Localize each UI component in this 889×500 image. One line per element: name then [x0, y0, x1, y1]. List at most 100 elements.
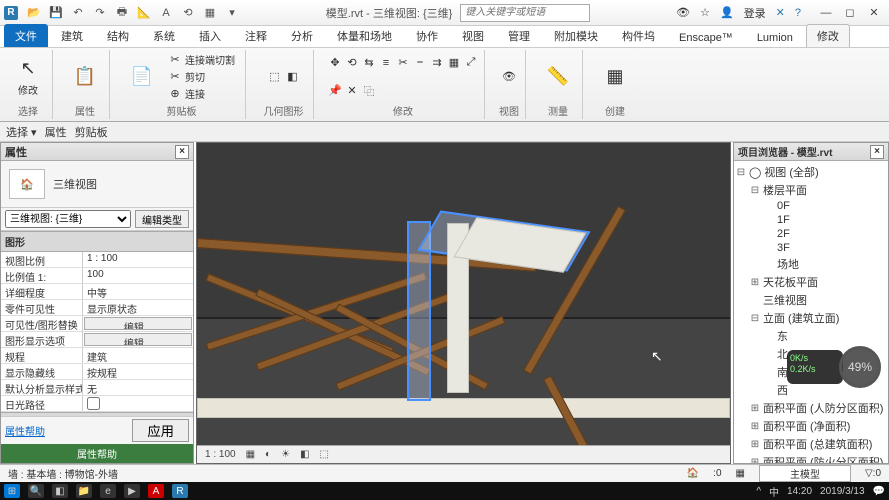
expand-icon[interactable]: ⊟: [736, 167, 746, 178]
edit-type-button[interactable]: 编辑类型: [135, 210, 189, 228]
tree-node[interactable]: ⊟◯视图 (全部): [736, 163, 886, 181]
search-button[interactable]: 🔍: [28, 484, 44, 498]
split-icon[interactable]: ⎯: [413, 56, 427, 70]
start-button[interactable]: ⊞: [4, 484, 20, 498]
geom-icon[interactable]: ⬚: [268, 70, 282, 84]
tree-node[interactable]: ⊞面积平面 (防火分区面积): [736, 453, 886, 463]
tab-file[interactable]: 文件: [4, 24, 48, 47]
mirror-icon[interactable]: ⇆: [362, 56, 376, 70]
crop-icon[interactable]: ⬚: [320, 449, 329, 460]
clipboard-toggle[interactable]: 剪贴板: [75, 124, 108, 140]
close-button[interactable]: ✕: [863, 4, 885, 22]
view-icon[interactable]: 👁: [502, 70, 516, 84]
detail-icon[interactable]: ▦: [246, 449, 255, 460]
edit-vg-button[interactable]: 编辑...: [84, 317, 192, 330]
clock-time[interactable]: 14:20: [787, 486, 812, 497]
explorer-icon[interactable]: 📁: [76, 484, 92, 498]
infocenter-icon[interactable]: 👁: [676, 6, 690, 19]
clock-date[interactable]: 2019/3/13: [820, 486, 865, 497]
view-dropdown[interactable]: 三维视图: {三维}: [5, 210, 131, 228]
move-icon[interactable]: ✥: [328, 56, 342, 70]
open-icon[interactable]: 📂: [26, 5, 42, 21]
scale-icon[interactable]: ⤢: [464, 56, 478, 70]
expand-icon[interactable]: ⊟: [750, 313, 760, 324]
copy-icon[interactable]: ⿻: [362, 84, 376, 98]
tree-node[interactable]: 0F: [736, 199, 886, 213]
save-icon[interactable]: 💾: [48, 5, 64, 21]
tree-node[interactable]: ⊞面积平面 (人防分区面积): [736, 399, 886, 417]
tab-massing[interactable]: 体量和场地: [326, 24, 403, 47]
sheet-icon[interactable]: ▦: [202, 5, 218, 21]
minimize-button[interactable]: —: [815, 4, 837, 22]
close-panel-button[interactable]: ×: [175, 145, 189, 159]
tab-view[interactable]: 视图: [451, 24, 495, 47]
properties-button[interactable]: 📋: [67, 51, 103, 103]
tab-struct[interactable]: 结构: [96, 24, 140, 47]
delete-icon[interactable]: ✕: [345, 84, 359, 98]
tab-goujw[interactable]: 构件坞: [611, 24, 666, 47]
dropdown-icon[interactable]: ▾: [224, 5, 240, 21]
measure-button[interactable]: 📏: [540, 51, 576, 103]
tree-node[interactable]: 3F: [736, 241, 886, 255]
help-icon[interactable]: ?: [795, 7, 801, 19]
main-model-label[interactable]: 主模型: [759, 465, 851, 482]
coping-button[interactable]: ✂连接端切割: [164, 52, 239, 68]
edit-display-button[interactable]: 编辑...: [84, 333, 192, 346]
visual-style-icon[interactable]: ◐: [265, 449, 271, 460]
rotate-icon[interactable]: ⟲: [345, 56, 359, 70]
tree-node[interactable]: 1F: [736, 213, 886, 227]
tree-node[interactable]: ⊞天花板平面: [736, 273, 886, 291]
expand-icon[interactable]: ⊞: [750, 421, 760, 432]
properties-toggle[interactable]: 属性: [45, 124, 67, 140]
help-link[interactable]: 属性帮助: [5, 423, 45, 438]
worksets-icon[interactable]: ▦: [736, 468, 745, 479]
pin-icon[interactable]: 📌: [328, 84, 342, 98]
tree-node[interactable]: ⊞面积平面 (总建筑面积): [736, 435, 886, 453]
tab-modify[interactable]: 修改: [806, 24, 850, 47]
modify-button[interactable]: ↖修改: [10, 51, 46, 103]
tree-node[interactable]: 东: [736, 327, 886, 345]
type-selector[interactable]: 🏠 三维视图: [1, 161, 193, 208]
tree-node[interactable]: ⊞面积平面 (净面积): [736, 417, 886, 435]
edge-icon[interactable]: e: [100, 484, 116, 498]
revit-icon[interactable]: R: [172, 484, 188, 498]
video-icon[interactable]: ▶: [124, 484, 140, 498]
user-icon[interactable]: ☆: [700, 6, 710, 19]
undo-icon[interactable]: ↶: [70, 5, 86, 21]
exchange-icon[interactable]: ✕: [776, 6, 785, 19]
taskview-button[interactable]: ◧: [52, 484, 68, 498]
join-button[interactable]: ⊕连接: [164, 86, 239, 102]
tree-node[interactable]: 场地: [736, 255, 886, 273]
apply-button[interactable]: 应用: [132, 419, 189, 442]
properties-help-bar[interactable]: 属性帮助: [1, 444, 193, 463]
tree-node[interactable]: ⊟楼层平面: [736, 181, 886, 199]
expand-icon[interactable]: ⊞: [750, 277, 760, 288]
tab-addins[interactable]: 附加模块: [543, 24, 609, 47]
align-icon[interactable]: ≡: [379, 56, 393, 70]
tab-sys[interactable]: 系统: [142, 24, 186, 47]
tab-analyze[interactable]: 分析: [280, 24, 324, 47]
tab-insert[interactable]: 插入: [188, 24, 232, 47]
tab-annotate[interactable]: 注释: [234, 24, 278, 47]
tab-collab[interactable]: 协作: [405, 24, 449, 47]
notification-icon[interactable]: 💬: [873, 486, 885, 497]
close-browser-button[interactable]: ×: [870, 145, 884, 159]
redo-icon[interactable]: ↷: [92, 5, 108, 21]
tray-up-icon[interactable]: ^: [756, 486, 761, 497]
cut-button[interactable]: ✂剪切: [164, 69, 239, 85]
paste-button[interactable]: 📄: [124, 51, 160, 103]
text-icon[interactable]: A: [158, 5, 174, 21]
create-button[interactable]: ▦: [597, 51, 633, 103]
expand-icon[interactable]: ⊞: [750, 403, 760, 414]
offset-icon[interactable]: ⇉: [430, 56, 444, 70]
tab-lumion[interactable]: Lumion: [746, 28, 804, 47]
tab-arch[interactable]: 建筑: [50, 24, 94, 47]
login-label[interactable]: 登录: [744, 5, 766, 21]
measure-icon[interactable]: 📐: [136, 5, 152, 21]
array-icon[interactable]: ▦: [447, 56, 461, 70]
expand-icon[interactable]: ⊟: [750, 185, 760, 196]
sun-icon[interactable]: ☀: [281, 449, 290, 460]
geom-icon2[interactable]: ◧: [286, 70, 300, 84]
maximize-button[interactable]: ◻: [839, 4, 861, 22]
tab-manage[interactable]: 管理: [497, 24, 541, 47]
